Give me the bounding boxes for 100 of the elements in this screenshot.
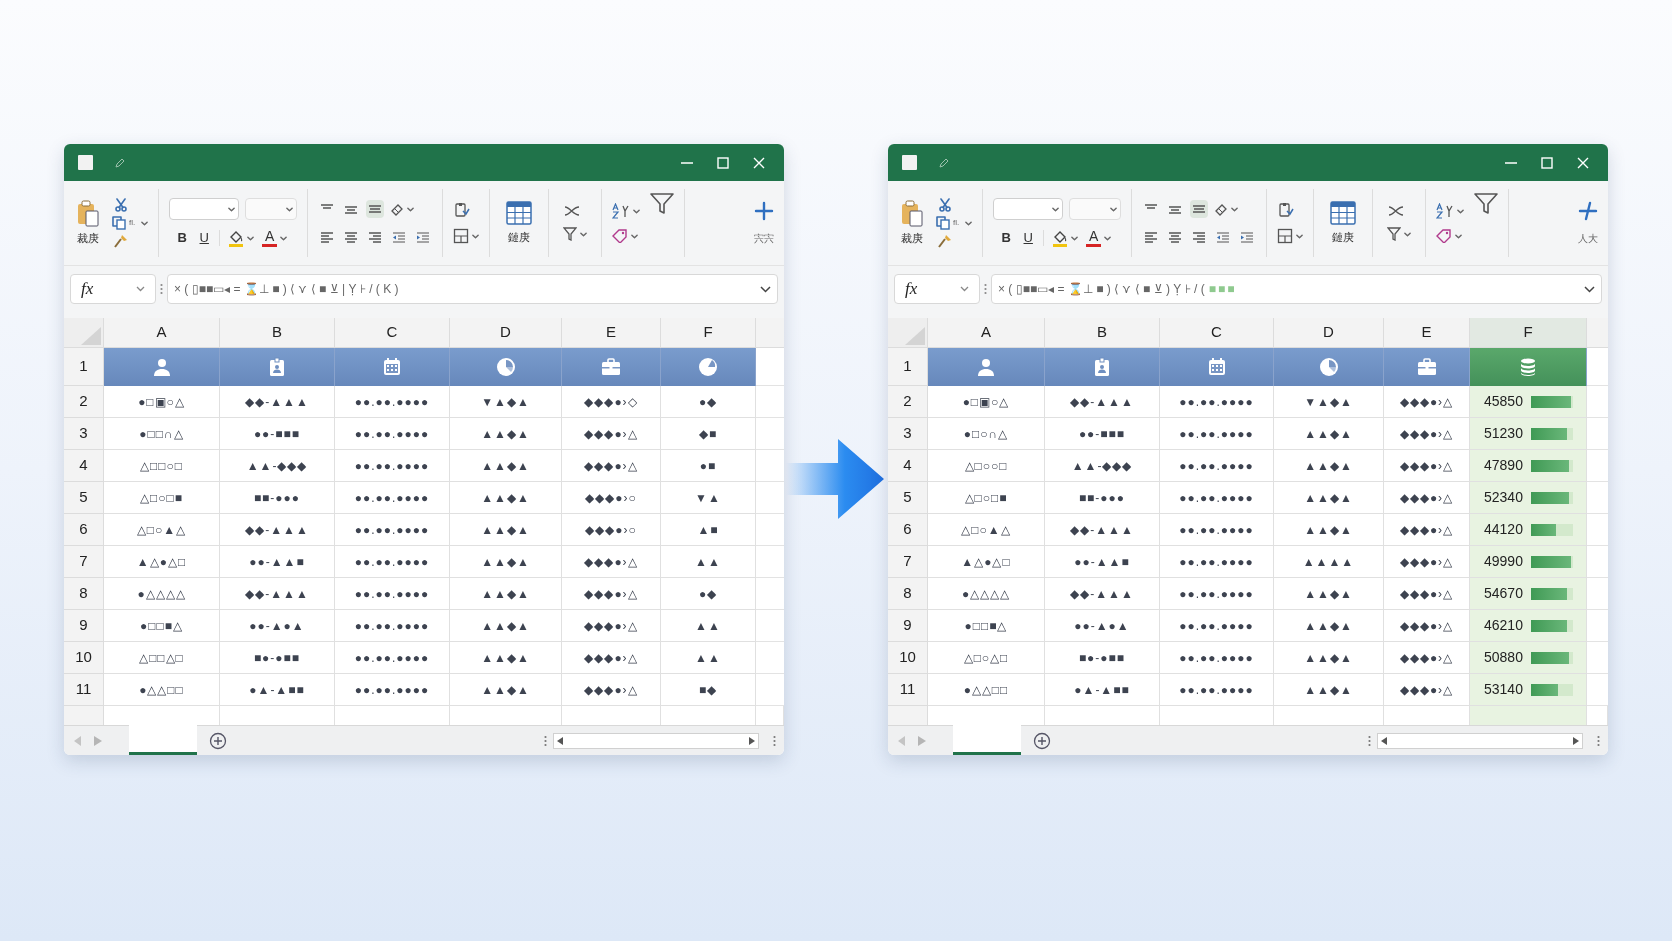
fill-color-button[interactable]	[1052, 229, 1079, 247]
column-header[interactable]: F	[661, 318, 756, 348]
cut-button[interactable]	[112, 198, 130, 212]
copy-button[interactable]: fl.	[936, 216, 973, 230]
bold-button[interactable]: B	[999, 228, 1014, 248]
row-header[interactable]: 1	[888, 348, 928, 386]
borders-button[interactable]	[1277, 228, 1304, 244]
paste-button[interactable]: 裁庚	[72, 199, 104, 247]
wrap-text-button[interactable]	[453, 202, 472, 218]
underline-button[interactable]: U	[1021, 228, 1036, 248]
tag-button[interactable]	[1436, 229, 1465, 243]
underline-button[interactable]: U	[197, 228, 212, 248]
format-as-table-button[interactable]: 鏈庚	[500, 181, 539, 265]
add-button[interactable]: 宍宍	[752, 181, 776, 265]
column-header[interactable]: E	[562, 318, 661, 348]
row-header[interactable]: 10	[64, 642, 104, 674]
name-box[interactable]: fx	[70, 274, 156, 304]
row-header[interactable]: 11	[888, 674, 928, 706]
column-header[interactable]: D	[1274, 318, 1384, 348]
filter-dropdown-button[interactable]	[563, 227, 588, 241]
table-cell: ◆◆-▲▲▲	[1045, 386, 1160, 418]
add-sheet-button[interactable]	[1033, 731, 1051, 750]
column-header[interactable]: C	[335, 318, 450, 348]
row-header[interactable]: 1	[64, 348, 104, 386]
borders-button[interactable]	[453, 228, 480, 244]
app-icon	[78, 155, 93, 170]
format-painter-button[interactable]	[936, 234, 954, 248]
horizontal-scrollbar[interactable]	[1377, 732, 1583, 749]
shuffle-button[interactable]	[1387, 205, 1406, 217]
font-name-field[interactable]	[169, 198, 240, 221]
formula-input-field[interactable]: × ( ▯■■▭◂ = ⌛⊥ ■ ) ⟨ ⋎ ⟨ ■ ⊻ ) Ỵ ⊦ / ( ■■■	[991, 274, 1602, 304]
formula-input-field[interactable]: × ( ▯■■▭◂ = ⌛⊥ ■ ) ⟨ ⋎ ⟨ ■ ⊻ | Ỵ ⊦ / ( K )	[167, 274, 778, 304]
sheet-tab[interactable]	[953, 725, 1021, 755]
column-header[interactable]: B	[220, 318, 335, 348]
column-header[interactable]: A	[104, 318, 220, 348]
column-header[interactable]: F	[1470, 318, 1587, 348]
column-header[interactable]: D	[450, 318, 562, 348]
font-size-field[interactable]	[245, 198, 298, 221]
row-header[interactable]: 4	[64, 450, 104, 482]
column-header[interactable]: E	[1384, 318, 1470, 348]
row-header[interactable]: 9	[64, 610, 104, 642]
sort-button[interactable]	[612, 203, 641, 219]
filter-button[interactable]	[650, 193, 675, 215]
add-button[interactable]: 人大	[1576, 181, 1600, 265]
name-box[interactable]: fx	[894, 274, 980, 304]
row-header[interactable]: 7	[64, 546, 104, 578]
column-header[interactable]: A	[928, 318, 1045, 348]
align-bottom-button[interactable]	[366, 200, 385, 218]
table-cell: ◆◆-▲▲▲	[220, 578, 335, 610]
align-bottom-button[interactable]	[1190, 200, 1209, 218]
row-header[interactable]: 5	[888, 482, 928, 514]
table-cell: ▼▲◆▲	[1274, 386, 1384, 418]
paint-bucket-icon	[1052, 229, 1069, 247]
paste-button[interactable]: 裁庚	[896, 199, 928, 247]
row-header[interactable]: 8	[64, 578, 104, 610]
table-cell: ◆■	[661, 418, 756, 450]
fill-color-button[interactable]	[228, 229, 255, 247]
table-cell: ◆◆-▲▲▲	[1045, 578, 1160, 610]
cut-button[interactable]	[936, 198, 954, 212]
row-header[interactable]: 5	[64, 482, 104, 514]
wrap-text-button[interactable]	[1277, 202, 1296, 218]
copy-button[interactable]: fl.	[112, 216, 149, 230]
row-header[interactable]: 7	[888, 546, 928, 578]
add-sheet-button[interactable]	[209, 731, 227, 750]
angled-text-icon	[1214, 202, 1229, 216]
font-name-field[interactable]	[993, 198, 1064, 221]
table-cell: ▼▲◆▲	[450, 386, 562, 418]
filter-button[interactable]	[1474, 193, 1499, 215]
font-color-button[interactable]: A	[1086, 229, 1112, 247]
shuffle-button[interactable]	[563, 205, 582, 217]
row-header[interactable]: 3	[888, 418, 928, 450]
horizontal-scrollbar[interactable]	[553, 732, 759, 749]
format-painter-button[interactable]	[112, 234, 130, 248]
row-header[interactable]: 3	[64, 418, 104, 450]
row-header[interactable]: 2	[64, 386, 104, 418]
font-color-button[interactable]: A	[262, 229, 288, 247]
vertical-dots-icon	[1597, 734, 1600, 747]
row-header[interactable]: 4	[888, 450, 928, 482]
column-header[interactable]: C	[1160, 318, 1274, 348]
filter-dropdown-button[interactable]	[1387, 227, 1412, 241]
sort-button[interactable]	[1436, 203, 1465, 219]
row-header[interactable]: 8	[888, 578, 928, 610]
row-header[interactable]: 11	[64, 674, 104, 706]
row-header[interactable]: 2	[888, 386, 928, 418]
tag-icon	[612, 229, 629, 243]
table-cell: ●□□∩△	[104, 418, 220, 450]
format-as-table-button[interactable]: 鏈庚	[1324, 181, 1363, 265]
font-size-field[interactable]	[1069, 198, 1122, 221]
vertical-dots-icon	[160, 283, 163, 295]
bold-button[interactable]: B	[175, 228, 190, 248]
table-cell: ●●.●●.●●●●	[1160, 642, 1274, 674]
row-header[interactable]: 6	[64, 514, 104, 546]
table-cell: ◆◆◆●›△	[562, 450, 661, 482]
add-circle-icon	[209, 731, 227, 750]
tag-button[interactable]	[612, 229, 641, 243]
sheet-tab[interactable]	[129, 725, 197, 755]
row-header[interactable]: 10	[888, 642, 928, 674]
row-header[interactable]: 6	[888, 514, 928, 546]
column-header[interactable]: B	[1045, 318, 1160, 348]
row-header[interactable]: 9	[888, 610, 928, 642]
